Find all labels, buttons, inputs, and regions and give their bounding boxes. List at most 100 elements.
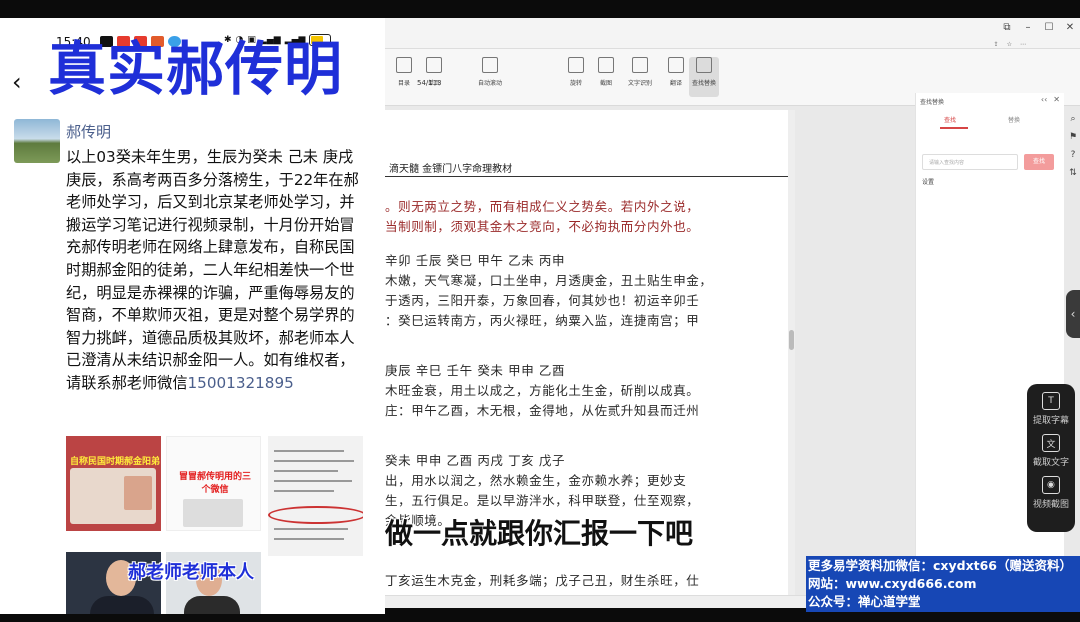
active-tab-indicator	[940, 127, 968, 129]
chevron-left-icon[interactable]: ‹	[1066, 290, 1080, 338]
more-icon[interactable]: ⋯	[1020, 41, 1026, 48]
toolbar-label: 查找替换	[691, 80, 716, 87]
minimize-icon[interactable]: –	[1022, 22, 1034, 33]
toolbar-icon	[668, 57, 684, 73]
tab-find[interactable]: 查找	[944, 115, 956, 124]
overlay-title: 真实郝传明	[48, 35, 344, 103]
document-text-line: 。则无两立之势，而有相成仁义之势矣。若内外之说，	[385, 199, 700, 214]
post-image-1[interactable]: 自称民国时期郝金阳弟	[66, 436, 161, 531]
post-image-1-caption: 自称民国时期郝金阳弟	[70, 457, 161, 467]
toolbar-label: 截图	[599, 80, 612, 87]
teacher-label: 郝老师老师本人	[128, 562, 254, 583]
close-icon[interactable]: ✕	[1064, 22, 1076, 33]
post-body: 以上03癸未年生男，生辰为癸未 己未 庚戌 庚辰，系高考两百多分落榜生，于22年…	[66, 148, 359, 392]
toolbar-label: 目录	[397, 80, 410, 87]
toolbar-label: 单页	[427, 80, 440, 87]
toolbar-icon	[696, 57, 712, 73]
toolbar-button[interactable]: 旋转	[561, 57, 591, 87]
toolbar-icon	[482, 57, 498, 73]
star-icon[interactable]: ☆	[1007, 41, 1012, 48]
floating-tools: T 提取字幕文截取文字 ◉ 视频截图	[1027, 384, 1075, 532]
text-line	[274, 538, 344, 540]
toolbar-label: 自动滚动	[477, 80, 502, 87]
toolbar-button[interactable]: 目录	[389, 57, 419, 87]
floating-tool-label: 截取文字	[1032, 458, 1069, 468]
panel-close-icon[interactable]: ✕	[1053, 95, 1060, 104]
red-circle-mark	[268, 506, 363, 524]
document-text-line: 庚辰 辛巳 壬午 癸未 甲申 乙酉	[385, 363, 566, 378]
bookmark-icon[interactable]: ⚑	[1069, 132, 1077, 142]
portrait-shape	[124, 476, 152, 510]
document-text-line: 丁亥运生木克金，刑耗多端；戊子己丑，财生杀旺，仕	[385, 573, 700, 588]
avatar[interactable]	[14, 119, 60, 163]
floating-tool-button[interactable]: T 提取字幕	[1033, 392, 1069, 426]
screenshot-text-icon: 文	[1041, 434, 1060, 452]
toolbar-button[interactable]: 截图	[591, 57, 621, 87]
text-line	[274, 528, 348, 530]
person-body	[184, 596, 240, 614]
toolbar-button[interactable]: 文字识别	[625, 57, 655, 87]
toolbar-icon	[568, 57, 584, 73]
username[interactable]: 郝传明	[66, 121, 111, 142]
text-line	[274, 470, 338, 472]
toolbar-label: 文字识别	[627, 80, 652, 87]
toolbar-label: 旋转	[569, 80, 582, 87]
right-tool-rail: ⌕ ⚑ ? ⇅	[1066, 114, 1080, 178]
search-icon[interactable]: ⌕	[1070, 114, 1075, 124]
toolbar-button[interactable]: 自动滚动	[475, 57, 505, 87]
share-icon[interactable]: ⇪	[994, 41, 999, 48]
tile-window-icon[interactable]: ⧉	[1001, 22, 1013, 33]
toolbar-icon	[598, 57, 614, 73]
toolbar-button[interactable]: 查找替换	[689, 57, 719, 97]
find-button[interactable]: 查找	[1024, 154, 1054, 170]
panel-controls: ‹‹ ✕	[1041, 95, 1060, 104]
document-text-line: 生，五行俱足。是以早游泮水，科甲联登，仕至观察，	[385, 493, 700, 508]
document-text-line: 癸未 甲申 乙酉 丙戌 丁亥 戊子	[385, 453, 566, 468]
floating-tool-button[interactable]: ◉ 视频截图	[1033, 476, 1069, 510]
title-tools: ⇪ ☆ ⋯	[994, 41, 1026, 48]
promo-line-3: 公众号：禅心道学堂	[808, 594, 921, 609]
document-text-line: 出，用水以润之，然水赖金生，金亦赖水养；更妙支	[385, 473, 687, 488]
window-controls: ⧉ – ☐ ✕	[1001, 22, 1076, 33]
viewer-titlebar: ⧉ – ☐ ✕ ⇪ ☆ ⋯	[385, 18, 1080, 49]
promo-line-1: 更多易学资料加微信：cxydxt66（赠送资料）	[808, 558, 1073, 573]
document-text-line: 辛卯 壬辰 癸巳 甲午 乙未 丙申	[385, 253, 566, 268]
video-subtitle: 做一点就跟你汇报一下吧	[385, 517, 694, 550]
maximize-icon[interactable]: ☐	[1043, 22, 1055, 33]
promo-banner: 更多易学资料加微信：cxydxt66（赠送资料） 网站：www.cxyd666.…	[806, 556, 1080, 612]
document-scrollbar[interactable]	[788, 110, 795, 608]
text-line	[274, 480, 352, 482]
wechat-card-shape	[183, 499, 243, 527]
help-icon[interactable]: ?	[1071, 150, 1076, 160]
settings-dropdown[interactable]: 设置	[922, 177, 934, 186]
find-input[interactable]: 请输入查找内容	[922, 154, 1018, 170]
toolbar-label: 翻译	[669, 80, 682, 87]
post-image-2[interactable]: 冒冒郝传明用的三个微信	[166, 436, 261, 531]
settings-icon[interactable]: ⇅	[1069, 168, 1077, 178]
toolbar-button[interactable]: 翻译	[661, 57, 691, 87]
post-image-3[interactable]	[268, 436, 363, 556]
person-body	[90, 596, 154, 614]
document-text-line: 木旺金衰，用土以成之，方能化土生金，斫削以成真。	[385, 383, 700, 398]
header-rule	[385, 176, 788, 177]
promo-line-2: 网站：www.cxyd666.com	[808, 576, 977, 591]
floating-tool-label: 提取字幕	[1032, 416, 1069, 426]
document-text-line: 木嫩，天气寒凝，口土坐申，月透庚金，丑土贴生申金，	[385, 273, 713, 288]
document-text-line: 庄：甲午乙酉，木无根，金得地，从佐贰升知县而迁州	[385, 403, 700, 418]
floating-tool-label: 视频截图	[1032, 500, 1069, 510]
scrollbar-thumb[interactable]	[789, 330, 794, 350]
toolbar-icon	[632, 57, 648, 73]
video-frame: ⧉ – ☐ ✕ ⇪ ☆ ⋯ 54/113 目录 单页 自动滚动 旋转 截图 文字识别 翻译查…	[0, 0, 1080, 622]
tab-replace[interactable]: 替换	[1008, 115, 1020, 124]
document-running-header: 滴天髓 金镖门八字命理教材	[389, 164, 513, 175]
chevron-left-icon[interactable]: ‹	[12, 68, 22, 96]
post-image-2-caption: 冒冒郝传明用的三个微信	[178, 472, 251, 495]
text-line	[274, 450, 344, 452]
text-line	[274, 460, 354, 462]
panel-collapse-icon[interactable]: ‹‹	[1041, 95, 1047, 104]
post-phone-link[interactable]: 15001321895	[188, 374, 294, 392]
floating-tool-button[interactable]: 文截取文字	[1033, 434, 1069, 468]
toolbar-button[interactable]: 单页	[419, 57, 449, 87]
document-text-line: 于透丙，三阳开泰，万象回春，何其妙也！初运辛卯壬	[385, 293, 700, 308]
toolbar-icon	[426, 57, 442, 73]
